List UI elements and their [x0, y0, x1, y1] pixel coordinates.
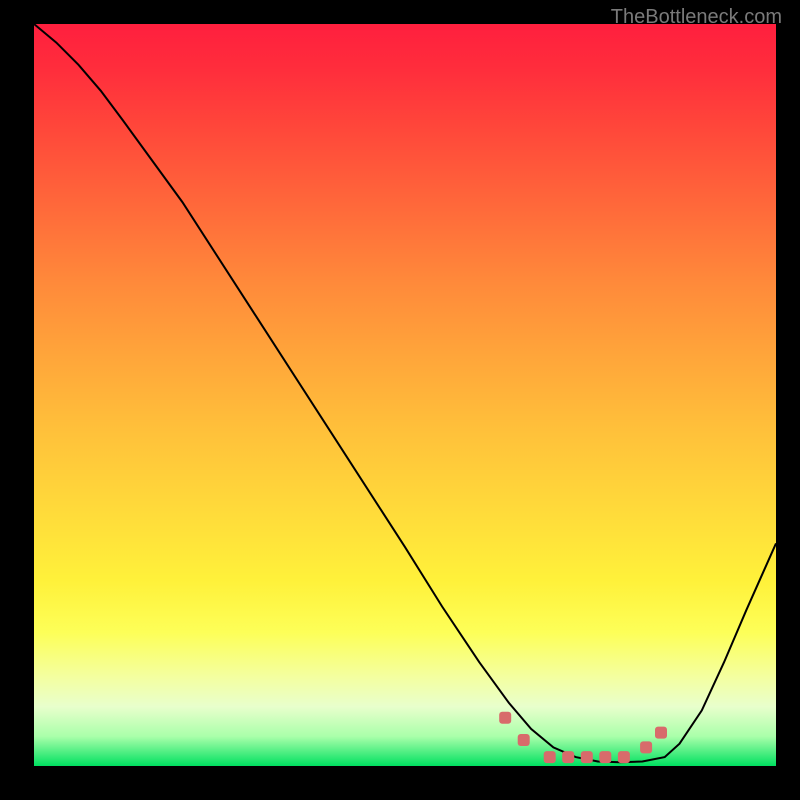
marker-group: [499, 712, 667, 763]
chart-plot-area: [34, 24, 776, 766]
marker-point: [544, 751, 556, 763]
marker-point: [581, 751, 593, 763]
marker-point: [599, 751, 611, 763]
marker-point: [499, 712, 511, 724]
chart-markers-svg: [34, 24, 776, 766]
marker-point: [655, 727, 667, 739]
marker-point: [562, 751, 574, 763]
marker-point: [640, 741, 652, 753]
marker-point: [518, 734, 530, 746]
marker-point: [618, 751, 630, 763]
watermark-text: TheBottleneck.com: [611, 6, 782, 29]
